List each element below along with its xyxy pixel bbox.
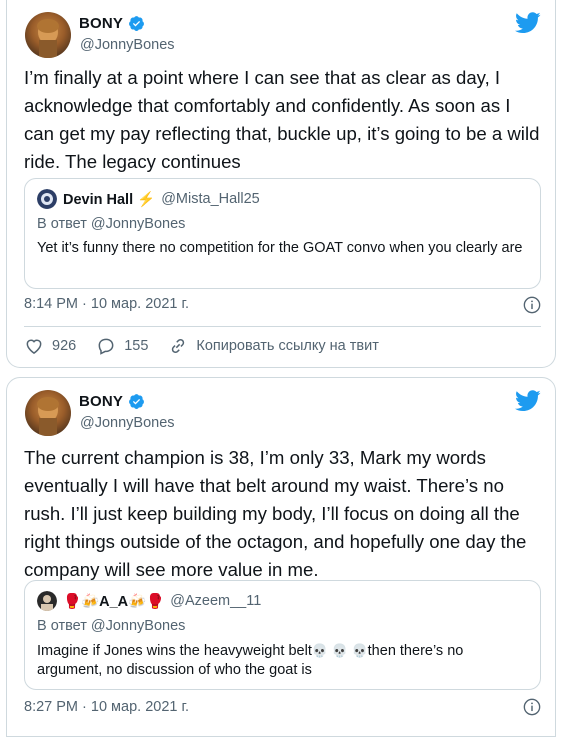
quoted-tweet[interactable]: 🥊🍻A_A🍻🥊 @Azeem__11 В ответ @JonnyBones I… <box>24 580 541 690</box>
quote-text-before: Imagine if Jones wins the heavyweight be… <box>37 643 312 659</box>
link-icon <box>168 336 188 356</box>
tweet-card[interactable]: BONY @JonnyBones I’m finally at a point … <box>6 0 556 368</box>
author-name[interactable]: BONY <box>79 393 123 410</box>
like-count: 926 <box>52 338 77 354</box>
tweet-actions: 926 155 Копировать ссылку на твит <box>24 336 399 356</box>
reply-count: 155 <box>124 338 149 354</box>
heart-icon <box>24 336 44 356</box>
quote-author-handle: @Azeem__11 <box>170 593 262 609</box>
tweet-timestamp[interactable]: 8:14 PM · 10 мар. 2021 г. <box>24 296 189 312</box>
reply-context: В ответ @JonnyBones <box>37 216 186 232</box>
author-name[interactable]: BONY <box>79 15 123 32</box>
quote-avatar <box>37 591 57 611</box>
quote-author-handle: @Mista_Hall25 <box>161 191 260 207</box>
quote-avatar <box>37 189 57 209</box>
quote-text: Yet it’s funny there no competition for … <box>37 240 523 256</box>
info-icon[interactable] <box>523 296 541 314</box>
reply-bubble-icon <box>96 336 116 356</box>
verified-badge-icon <box>128 393 145 410</box>
quote-author-name: 🥊🍻A_A🍻🥊 <box>63 593 165 610</box>
verified-badge-icon <box>128 15 145 32</box>
divider <box>24 326 541 327</box>
quote-author-name: Devin Hall ⚡ <box>63 191 156 208</box>
copy-link-button[interactable]: Копировать ссылку на твит <box>168 336 379 356</box>
like-button[interactable]: 926 <box>24 336 76 356</box>
info-icon[interactable] <box>523 698 541 716</box>
tweet-text: The current champion is 38, I’m only 33,… <box>24 447 527 580</box>
skull-emoji: 💀 💀 💀 <box>311 643 368 658</box>
avatar[interactable] <box>25 12 71 58</box>
tweet-card[interactable]: BONY @JonnyBones The current champion is… <box>6 377 556 737</box>
twitter-bird-icon[interactable] <box>515 12 541 34</box>
quote-text: Imagine if Jones wins the heavyweight be… <box>37 641 528 680</box>
reply-button[interactable]: 155 <box>96 336 148 356</box>
tweet-text: I’m finally at a point where I can see t… <box>24 67 540 172</box>
author-handle[interactable]: @JonnyBones <box>80 37 175 53</box>
avatar[interactable] <box>25 390 71 436</box>
author-handle[interactable]: @JonnyBones <box>80 415 175 431</box>
quoted-tweet[interactable]: Devin Hall ⚡ @Mista_Hall25 В ответ @Jonn… <box>24 178 541 289</box>
tweet-timestamp[interactable]: 8:27 PM · 10 мар. 2021 г. <box>24 699 189 715</box>
twitter-bird-icon[interactable] <box>515 390 541 412</box>
copy-link-label: Копировать ссылку на твит <box>196 338 379 354</box>
reply-context: В ответ @JonnyBones <box>37 618 186 634</box>
